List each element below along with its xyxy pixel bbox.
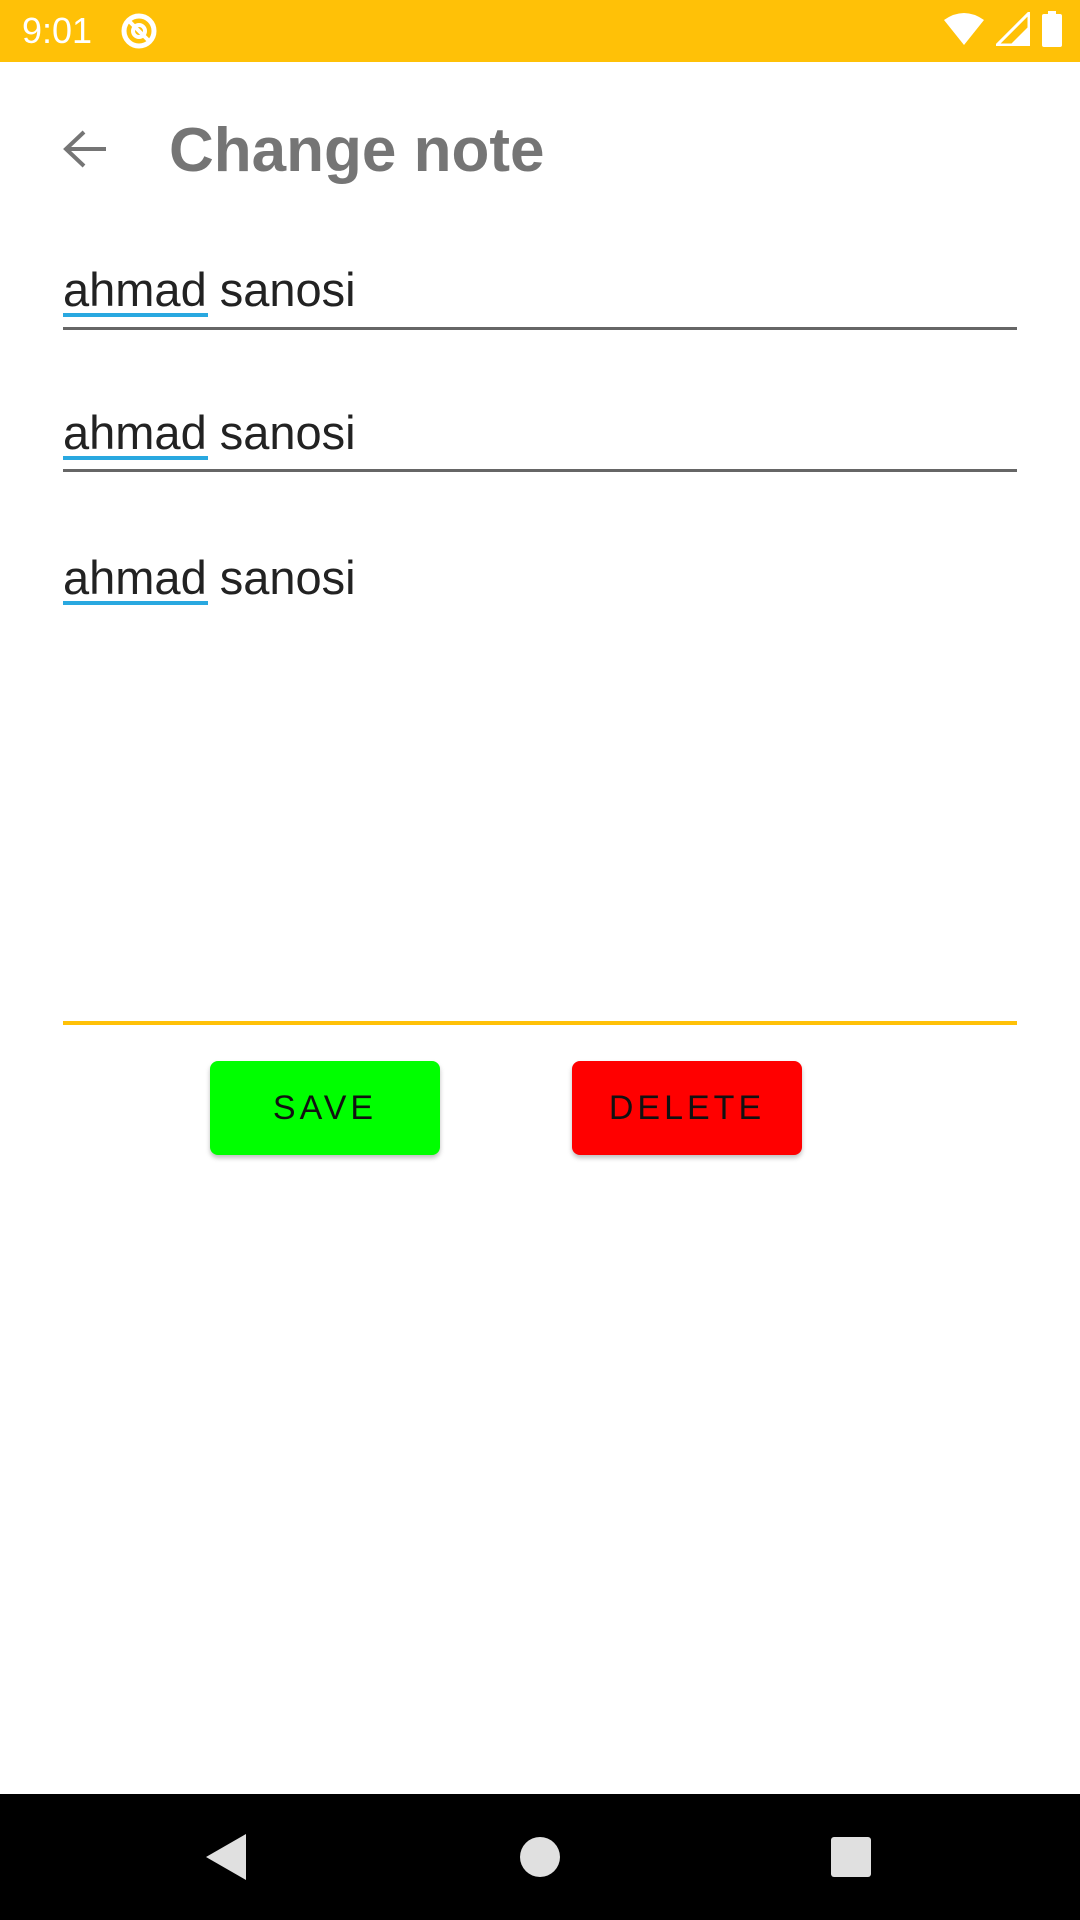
nav-home-icon[interactable] bbox=[507, 1824, 573, 1890]
save-button[interactable]: SAVE bbox=[210, 1061, 440, 1155]
spellcheck-underline bbox=[63, 601, 208, 605]
delete-button-label: DELETE bbox=[608, 1088, 766, 1127]
spellcheck-underline bbox=[63, 456, 208, 460]
spellcheck-underline bbox=[63, 313, 208, 317]
status-time: 9:01 bbox=[22, 10, 93, 51]
status-icons bbox=[944, 8, 1062, 52]
screen: 9:01 Change note ahmad sanosi ahmad sano… bbox=[0, 0, 1080, 1920]
note-title-value: ahmad sanosi bbox=[63, 263, 356, 316]
system-nav-bar bbox=[0, 1794, 1080, 1920]
note-title-field[interactable]: ahmad sanosi bbox=[63, 254, 1017, 330]
app-bar: Change note bbox=[0, 62, 1080, 234]
status-bar: 9:01 bbox=[0, 0, 1080, 62]
battery-icon bbox=[1042, 10, 1062, 52]
save-button-label: SAVE bbox=[272, 1088, 378, 1127]
back-button[interactable] bbox=[44, 110, 126, 192]
note-subtitle-value: ahmad sanosi bbox=[63, 406, 356, 459]
page-title: Change note bbox=[169, 116, 545, 185]
wifi-icon bbox=[944, 12, 984, 51]
arrow-back-icon bbox=[62, 129, 108, 174]
app-notification-icon bbox=[120, 12, 158, 50]
note-body-field[interactable]: ahmad sanosi bbox=[63, 542, 1017, 1025]
delete-button[interactable]: DELETE bbox=[572, 1061, 802, 1155]
note-body-value: ahmad sanosi bbox=[63, 551, 356, 604]
nav-recents-icon[interactable] bbox=[818, 1824, 884, 1890]
note-subtitle-field[interactable]: ahmad sanosi bbox=[63, 397, 1017, 472]
nav-back-icon[interactable] bbox=[192, 1824, 258, 1890]
cell-signal-icon bbox=[993, 8, 1031, 51]
